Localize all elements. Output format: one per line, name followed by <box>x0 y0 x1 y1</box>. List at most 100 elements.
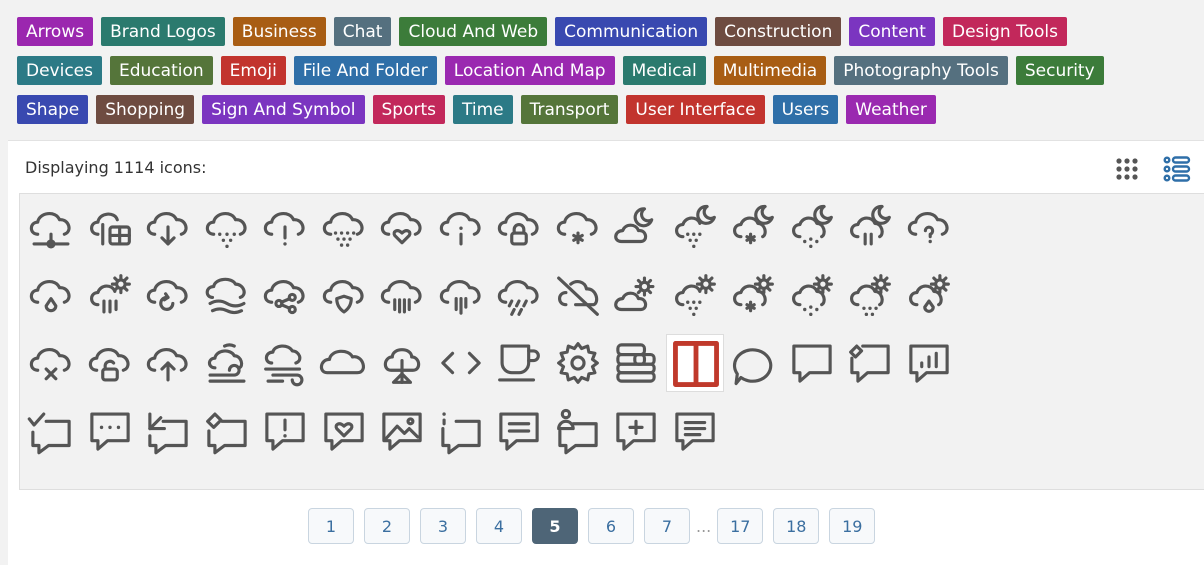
category-tag-business[interactable]: Business <box>232 17 326 46</box>
coffee-cup-icon[interactable] <box>490 334 548 392</box>
chat-person-icon[interactable] <box>549 402 607 460</box>
cloud-heart-icon[interactable] <box>373 198 431 256</box>
cloud-sleet-icon[interactable] <box>490 266 548 324</box>
category-tag-user-interface[interactable]: User Interface <box>626 95 765 124</box>
category-tag-time[interactable]: Time <box>453 95 513 124</box>
category-tag-design-tools[interactable]: Design Tools <box>942 17 1067 46</box>
category-tag-emoji[interactable]: Emoji <box>220 56 286 85</box>
settings-cog-icon[interactable] <box>549 334 607 392</box>
chat-bubble-square-icon[interactable] <box>783 334 841 392</box>
chat-plus-icon[interactable] <box>607 402 665 460</box>
category-tag-users[interactable]: Users <box>772 95 839 124</box>
chat-info-icon[interactable] <box>432 402 490 460</box>
category-tag-sign-and-symbol[interactable]: Sign And Symbol <box>202 95 365 124</box>
chat-arrow-icon[interactable] <box>139 402 197 460</box>
tree-cloud-icon[interactable] <box>373 334 431 392</box>
cloud-lock-icon[interactable] <box>490 198 548 256</box>
category-tag-photography-tools[interactable]: Photography Tools <box>834 56 1008 85</box>
cloud-x-icon[interactable] <box>22 334 80 392</box>
cloud-unlock-icon[interactable] <box>81 334 139 392</box>
page-button-7[interactable]: 7 <box>644 508 690 544</box>
cloud-drizzle-icon[interactable] <box>198 198 256 256</box>
category-tag-devices[interactable]: Devices <box>17 56 102 85</box>
category-tag-construction[interactable]: Construction <box>715 17 842 46</box>
cloud-moon-hail-icon[interactable] <box>666 198 724 256</box>
chat-lines-icon[interactable] <box>666 402 724 460</box>
cloud-data-icon[interactable] <box>81 198 139 256</box>
cloud-snow-icon[interactable] <box>549 198 607 256</box>
cloud-wind-icon[interactable] <box>256 334 314 392</box>
cloud-sun-icon[interactable] <box>607 266 665 324</box>
category-tag-weather[interactable]: Weather <box>846 95 936 124</box>
cloud-shield-icon[interactable] <box>315 266 373 324</box>
cloud-sun-snow-icon[interactable] <box>724 266 782 324</box>
chat-image-icon[interactable] <box>373 402 431 460</box>
icon-count-text: Displaying 1114 icons: <box>25 158 207 177</box>
cloud-download-icon[interactable] <box>139 198 197 256</box>
list-view-icon[interactable] <box>1162 151 1192 185</box>
chat-chart-icon[interactable] <box>900 334 958 392</box>
category-tag-transport[interactable]: Transport <box>520 95 619 124</box>
chat-heart-icon[interactable] <box>315 402 373 460</box>
cloud-network-icon[interactable] <box>22 198 80 256</box>
page-button-19[interactable]: 19 <box>829 508 876 544</box>
cloud-sun-raindrop-icon[interactable] <box>900 266 958 324</box>
category-tag-education[interactable]: Education <box>110 56 213 85</box>
cloud-exclamation-icon[interactable] <box>256 198 314 256</box>
cloud-wind-fog-icon[interactable] <box>198 334 256 392</box>
page-button-4[interactable]: 4 <box>476 508 522 544</box>
category-tag-shape[interactable]: Shape <box>17 95 89 124</box>
chat-exclamation-icon[interactable] <box>256 402 314 460</box>
chat-bubble-edit-icon[interactable] <box>841 334 899 392</box>
cloud-upload-icon[interactable] <box>139 334 197 392</box>
category-tag-file-and-folder[interactable]: File And Folder <box>293 56 437 85</box>
category-tag-multimedia[interactable]: Multimedia <box>713 56 827 85</box>
columns-layout-icon[interactable] <box>665 334 724 392</box>
category-tag-communication[interactable]: Communication <box>555 17 708 46</box>
category-tag-content[interactable]: Content <box>849 17 935 46</box>
category-tag-sports[interactable]: Sports <box>372 95 445 124</box>
cloud-sun-showers-icon[interactable] <box>81 266 139 324</box>
page-button-2[interactable]: 2 <box>364 508 410 544</box>
cloud-sun-rain-icon[interactable] <box>783 266 841 324</box>
chat-text-icon[interactable] <box>490 402 548 460</box>
chat-check-icon[interactable] <box>22 402 80 460</box>
cloud-outline-icon[interactable] <box>315 334 373 392</box>
page-button-18[interactable]: 18 <box>773 508 820 544</box>
cloud-sun-drizzle-icon[interactable] <box>841 266 899 324</box>
cloud-hail-icon[interactable] <box>315 198 373 256</box>
cloud-showers-icon[interactable] <box>432 266 490 324</box>
cloud-raindrop-icon[interactable] <box>22 266 80 324</box>
code-brackets-icon[interactable] <box>432 334 490 392</box>
category-tag-arrows[interactable]: Arrows <box>17 17 94 46</box>
coins-stack-icon[interactable] <box>607 334 665 392</box>
page-button-5[interactable]: 5 <box>532 508 578 544</box>
cloud-refresh-icon[interactable] <box>139 266 197 324</box>
cloud-moon-showers-icon[interactable] <box>841 198 899 256</box>
page-button-17[interactable]: 17 <box>717 508 764 544</box>
page-button-1[interactable]: 1 <box>308 508 354 544</box>
chat-bubble-round-icon[interactable] <box>724 334 782 392</box>
grid-view-icon[interactable] <box>1114 151 1144 185</box>
page-button-6[interactable]: 6 <box>588 508 634 544</box>
cloud-question-icon[interactable] <box>900 198 958 256</box>
category-tag-security[interactable]: Security <box>1015 56 1104 85</box>
cloud-moon-icon[interactable] <box>607 198 665 256</box>
category-tag-brand-logos[interactable]: Brand Logos <box>101 17 225 46</box>
category-tag-shopping[interactable]: Shopping <box>96 95 195 124</box>
category-tag-medical[interactable]: Medical <box>622 56 706 85</box>
chat-dots-icon[interactable] <box>81 402 139 460</box>
cloud-share-icon[interactable] <box>256 266 314 324</box>
category-tag-chat[interactable]: Chat <box>333 17 392 46</box>
cloud-showers-heavy-icon[interactable] <box>373 266 431 324</box>
chat-pen-icon[interactable] <box>198 402 256 460</box>
category-tag-location-and-map[interactable]: Location And Map <box>444 56 615 85</box>
cloud-info-icon[interactable] <box>432 198 490 256</box>
cloud-off-icon[interactable] <box>549 266 607 324</box>
cloud-sun-hail-icon[interactable] <box>666 266 724 324</box>
cloud-fog-icon[interactable] <box>198 266 256 324</box>
cloud-moon-rain-icon[interactable] <box>783 198 841 256</box>
category-tag-cloud-and-web[interactable]: Cloud And Web <box>399 17 548 46</box>
cloud-moon-snow-icon[interactable] <box>724 198 782 256</box>
page-button-3[interactable]: 3 <box>420 508 466 544</box>
